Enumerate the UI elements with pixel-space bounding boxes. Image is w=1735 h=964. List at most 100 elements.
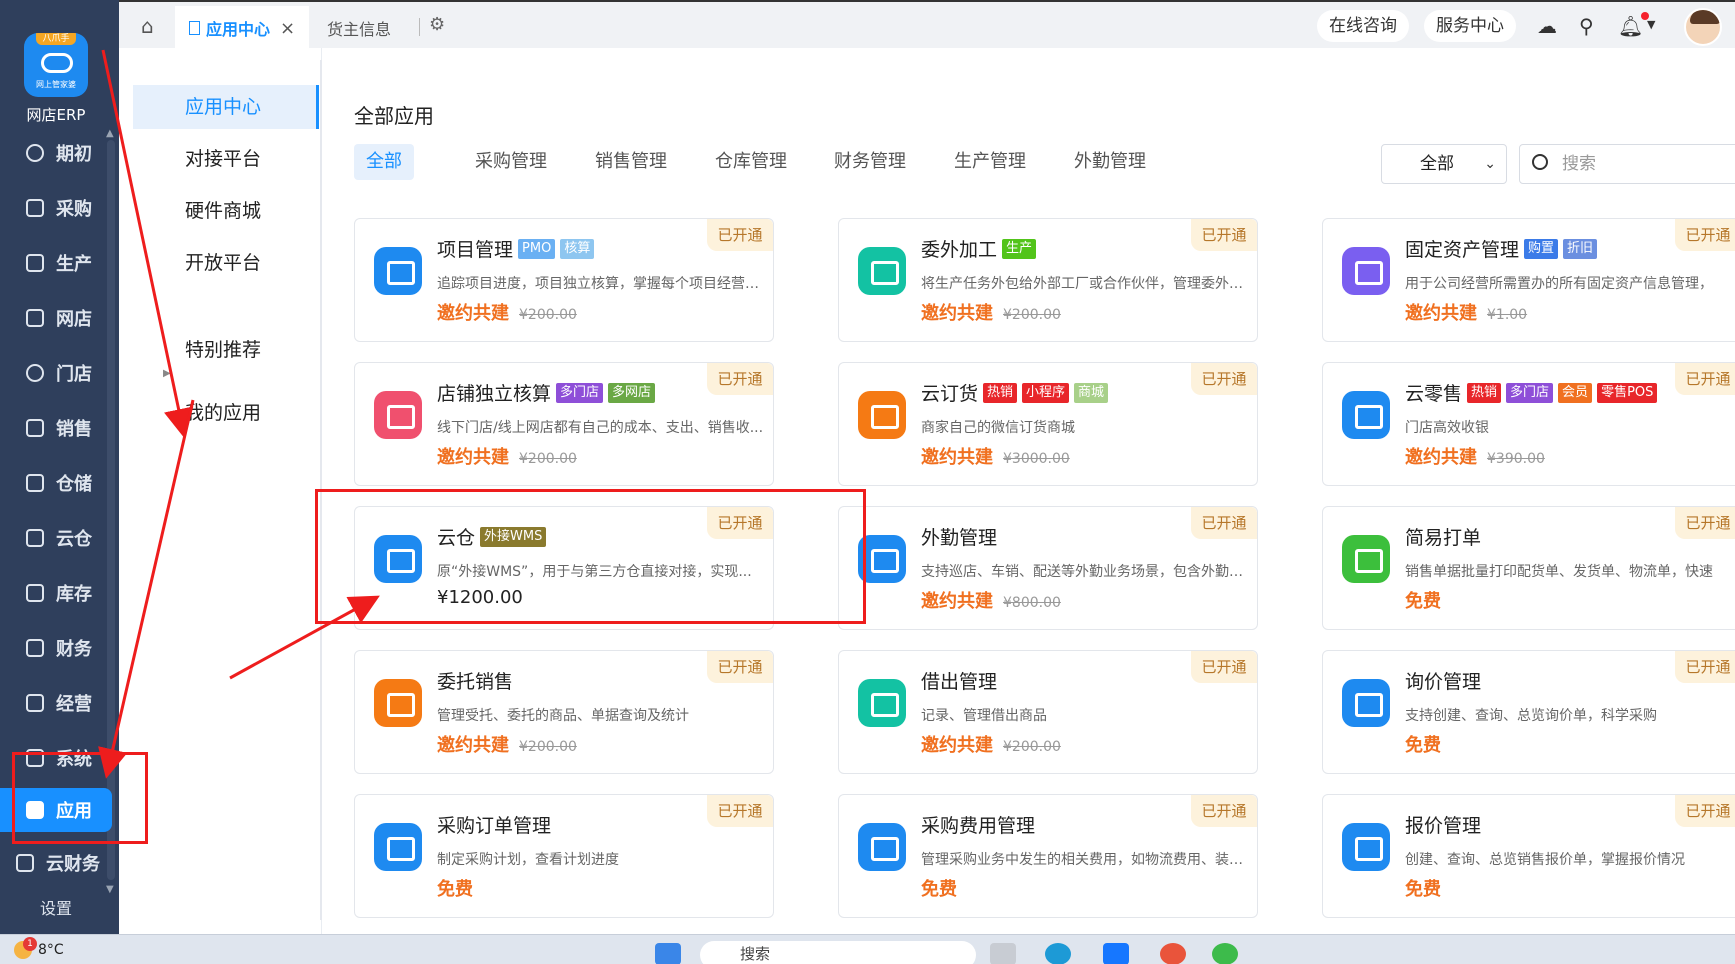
app-price: 邀约共建 (921, 447, 993, 468)
app-title-row: 报价管理 (1405, 811, 1481, 838)
app-icon (374, 679, 422, 727)
app-tag: PMO (518, 238, 556, 259)
home-icon[interactable]: ⌂ (141, 14, 165, 38)
app-tag: 多门店 (1506, 382, 1554, 403)
app-description: 商家自己的微信订货商城 (921, 420, 1075, 436)
purchase-icon (26, 199, 44, 217)
app-title-row: 项目管理 PMO 核算 (437, 235, 595, 262)
search-box[interactable] (1519, 144, 1735, 184)
chart-icon (26, 419, 44, 437)
category-tab[interactable]: 仓库管理 (703, 144, 799, 180)
windows-start-icon[interactable] (655, 943, 681, 964)
subnav-item-platform[interactable]: 对接平台 (133, 137, 319, 181)
app-title-row: 询价管理 (1405, 667, 1481, 694)
app-original-price: ¥200.00 (519, 307, 577, 323)
search-input[interactable] (1562, 153, 1732, 175)
wechat-icon[interactable] (1212, 943, 1238, 964)
browser-icon[interactable] (1045, 943, 1071, 964)
sidebar-item[interactable]: 库存 (0, 571, 112, 615)
sidebar-item[interactable]: 云财务 (0, 841, 112, 885)
sidebar-item-label: 云仓 (56, 529, 92, 550)
app-card[interactable]: 借出管理 记录、管理借出商品 邀约共建 ¥200.00 已开通 (838, 650, 1258, 774)
category-tab[interactable]: 采购管理 (463, 144, 559, 180)
app-card[interactable]: 委外加工 生产 将生产任务外包给外部工厂或合作伙伴，管理委外商... 邀约共建 ¥200… (838, 218, 1258, 342)
app-card[interactable]: 云订货 热销 小程序 商城 商家自己的微信订货商城 邀约共建 ¥3000.00 已开通 (838, 362, 1258, 486)
search-icon (1532, 154, 1548, 170)
operation-icon (26, 694, 44, 712)
app-card[interactable]: 采购费用管理 管理采购业务中发生的相关费用，如物流费用、装卸费 免费 已开通 (838, 794, 1258, 918)
sidebar-item[interactable]: 门店 (0, 351, 112, 395)
app-card[interactable]: 询价管理 支持创建、查询、总览询价单，科学采购 免费 已开通 (1322, 650, 1735, 774)
tab-label: 应用中心 (206, 20, 271, 39)
chevron-down-icon[interactable]: ▼ (1647, 18, 1655, 31)
app-name: 委托销售 (437, 671, 514, 693)
taskview-icon[interactable] (990, 943, 1016, 964)
circle-icon (26, 144, 44, 162)
app-card[interactable]: 店铺独立核算 多门店 多网店 线下门店/线上网店都有自己的成本、支出、销售收... 邀约… (354, 362, 774, 486)
tab-app-center[interactable]: 应用中心 × (175, 6, 309, 50)
pie-icon (26, 364, 44, 382)
tab-owner-info[interactable]: 货主信息 (327, 6, 391, 50)
sidebar-item[interactable]: 网店 (0, 296, 112, 340)
app-card[interactable]: 外勤管理 支持巡店、车销、配送等外勤业务场景，包含外勤计... 邀约共建 ¥800.0… (838, 506, 1258, 630)
close-icon[interactable]: × (280, 18, 295, 39)
sidebar-item[interactable]: 经营 (0, 681, 112, 725)
app-price-row: 邀约共建 ¥390.00 (1405, 443, 1545, 469)
category-tab[interactable]: 全部 (354, 144, 414, 180)
logo-badge: 八爪手 (36, 33, 76, 45)
sidebar-item[interactable]: 生产 (0, 241, 112, 285)
app-title-row: 云订货 热销 小程序 商城 (921, 379, 1109, 406)
category-tab[interactable]: 销售管理 (583, 144, 679, 180)
app-icon (858, 823, 906, 871)
app-name: 项目管理 (437, 239, 514, 261)
online-consult-button[interactable]: 在线咨询 (1317, 10, 1409, 42)
subnav-item-open-platform[interactable]: 开放平台 (133, 241, 319, 285)
category-tab[interactable]: 外勤管理 (1062, 144, 1158, 180)
cloud-download-icon[interactable]: ☁ (1537, 14, 1557, 38)
status-badge: 已开通 (707, 795, 773, 827)
category-tab[interactable]: 生产管理 (942, 144, 1038, 180)
app-name: 采购费用管理 (921, 815, 1036, 837)
avatar[interactable] (1684, 8, 1722, 46)
subnav-item-my-apps[interactable]: 我的应用 (133, 391, 319, 435)
app-card[interactable]: 报价管理 创建、查询、总览销售报价单，掌握报价情况 免费 已开通 (1322, 794, 1735, 918)
app-icon[interactable] (1103, 943, 1129, 964)
app-icon (1342, 823, 1390, 871)
subnav-item-app-center[interactable]: 应用中心 (133, 85, 319, 129)
app-card[interactable]: 委托销售 管理受托、委托的商品、单据查询及统计 邀约共建 ¥200.00 已开通 (354, 650, 774, 774)
sidebar-item[interactable]: 期初 (0, 131, 112, 175)
status-badge: 已开通 (1191, 507, 1257, 539)
gear-icon[interactable]: ⚙ (429, 14, 445, 35)
app-card[interactable]: 云零售 热销 多门店 会员 零售POS 门店高效收银 邀约共建 ¥390.00 已开通 (1322, 362, 1735, 486)
app-description: 将生产任务外包给外部工厂或合作伙伴，管理委外商... (921, 276, 1251, 292)
sidebar-item[interactable]: 财务 (0, 626, 112, 670)
sidebar-item-label: 网店 (56, 309, 92, 330)
app-card[interactable]: 采购订单管理 制定采购计划，查看计划进度 免费 已开通 (354, 794, 774, 918)
weather-widget[interactable]: 1 8°C (14, 937, 64, 959)
weather-icon: 1 (14, 937, 37, 959)
settings-link[interactable]: 设置 (0, 895, 112, 919)
category-select[interactable]: 全部 ⌄ (1381, 144, 1507, 184)
subnav-item-hardware[interactable]: 硬件商城 (133, 189, 319, 233)
status-badge: 已开通 (707, 219, 773, 251)
app-card[interactable]: 固定资产管理 购置 折旧 用于公司经营所需置办的所有固定资产信息管理， 邀约共建 ¥1.0… (1322, 218, 1735, 342)
app-price-row: 邀约共建 ¥200.00 (437, 731, 577, 757)
sidebar-item-label: 仓储 (56, 474, 92, 495)
service-center-button[interactable]: 服务中心 (1424, 10, 1516, 42)
app-card[interactable]: 简易打单 销售单据批量打印配货单、发货单、物流单，快速 免费 已开通 (1322, 506, 1735, 630)
category-tab[interactable]: 财务管理 (822, 144, 918, 180)
production-icon (26, 254, 44, 272)
search-icon[interactable]: ⚲ (1579, 14, 1594, 38)
app-icon (1342, 535, 1390, 583)
taskbar-search[interactable]: 搜索 (700, 941, 976, 964)
sidebar-item[interactable]: 云仓 (0, 516, 112, 560)
app-icon[interactable] (1160, 943, 1186, 964)
app-card[interactable]: 项目管理 PMO 核算 追踪项目进度，项目独立核算，掌握每个项目经营情况 邀约共建 ¥20… (354, 218, 774, 342)
sidebar-item[interactable]: 销售 (0, 406, 112, 450)
sidebar-item[interactable]: 采购 (0, 186, 112, 230)
sidebar-item[interactable]: 仓储 (0, 461, 112, 505)
app-icon (374, 823, 422, 871)
subnav-item-recommend[interactable]: 特别推荐 (133, 328, 319, 372)
scroll-down-icon[interactable]: ▼ (106, 884, 114, 895)
bell-icon[interactable]: 🔔︎ (1618, 14, 1643, 38)
